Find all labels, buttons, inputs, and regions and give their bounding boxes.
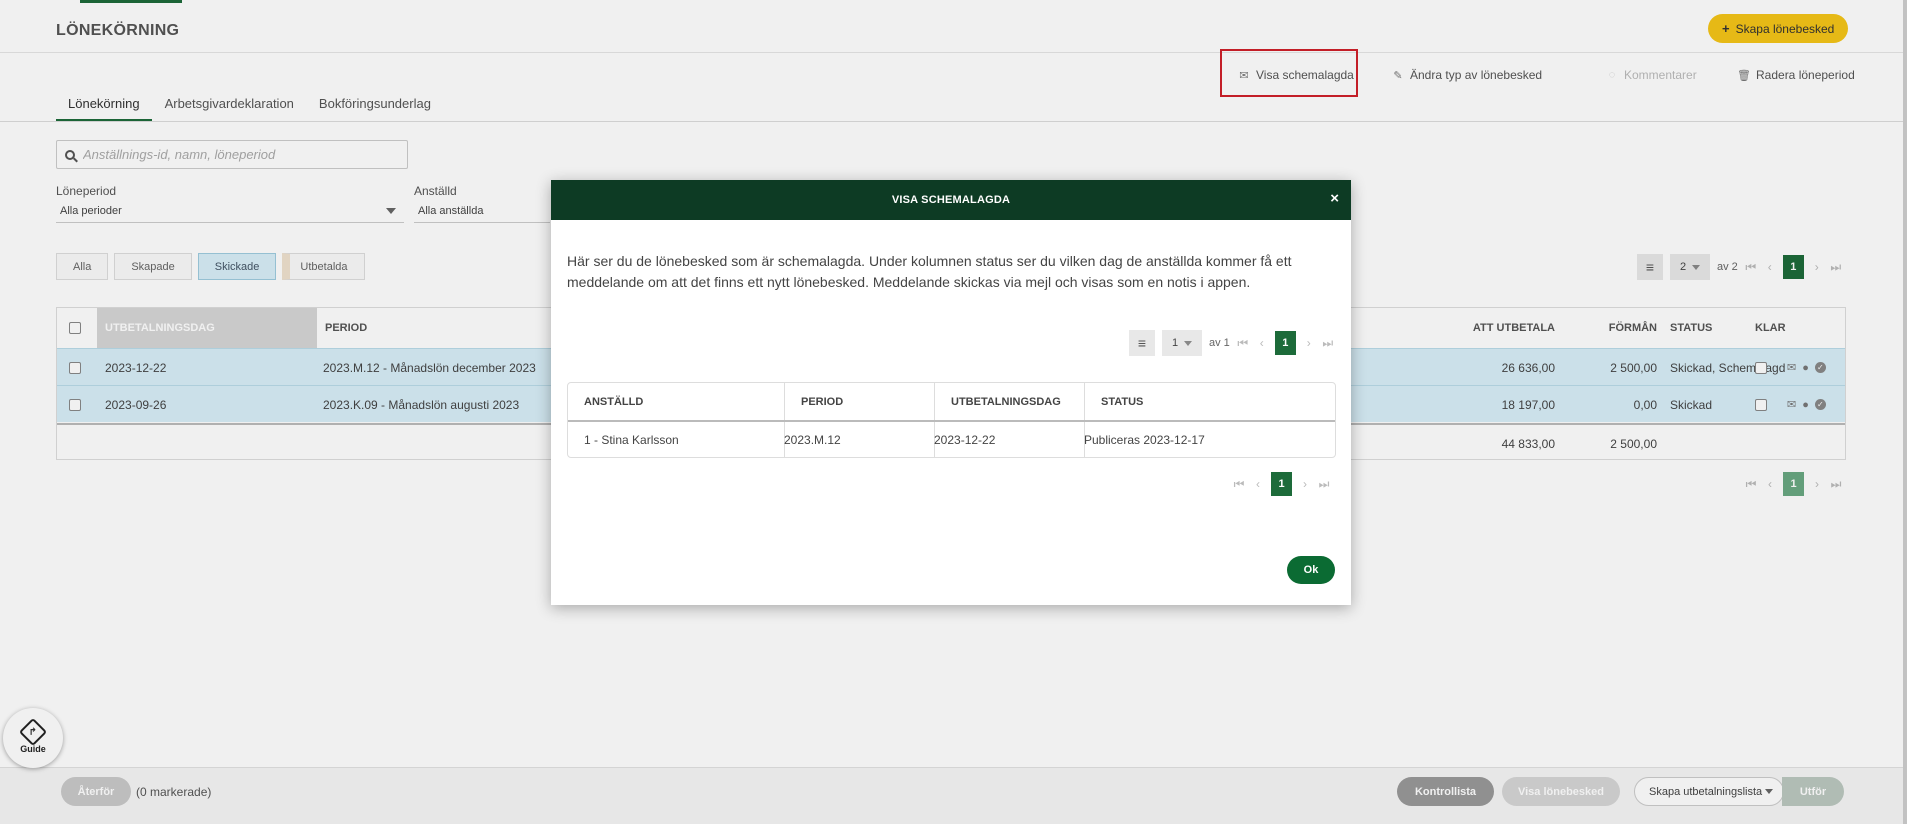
row-period: 2023.M.12 — [784, 433, 841, 447]
first-page-icon[interactable]: ⏮ — [1233, 477, 1245, 492]
current-page[interactable]: 1 — [1274, 331, 1296, 355]
next-page-icon[interactable]: › — [1299, 477, 1311, 491]
close-icon[interactable]: × — [1330, 190, 1339, 207]
prev-page-icon[interactable]: ‹ — [1256, 336, 1268, 350]
col-payment-date[interactable]: UTBETALNINGSDAG — [935, 383, 1061, 420]
modal-description: Här ser du de lönebesked som är schemala… — [567, 253, 1292, 290]
scheduled-table: ANSTÄLLD PERIOD UTBETALNINGSDAG STATUS 1… — [567, 382, 1336, 458]
prev-page-icon[interactable]: ‹ — [1252, 477, 1264, 491]
row-status: Publiceras 2023-12-17 — [1084, 433, 1205, 447]
page-count: av 1 — [1209, 337, 1230, 349]
next-page-icon[interactable]: › — [1303, 336, 1315, 350]
row-employee: 1 - Stina Karlsson — [584, 433, 679, 447]
page-size-select[interactable]: 1 — [1162, 330, 1202, 356]
last-page-icon[interactable]: ⏭ — [1322, 336, 1334, 351]
table-row[interactable]: 1 - Stina Karlsson 2023.M.12 2023-12-22 … — [568, 420, 1335, 458]
col-status[interactable]: STATUS — [1085, 383, 1143, 420]
col-employee[interactable]: ANSTÄLLD — [568, 383, 643, 420]
row-payment-date: 2023-12-22 — [934, 433, 996, 447]
ok-button[interactable]: Ok — [1287, 556, 1335, 584]
col-period[interactable]: PERIOD — [785, 383, 843, 420]
chevron-down-icon — [1184, 340, 1193, 346]
modal-top-pager: ≡ 1 av 1 ⏮ ‹ 1 › ⏭ — [1129, 330, 1334, 356]
current-page[interactable]: 1 — [1271, 472, 1292, 496]
show-scheduled-modal: VISA SCHEMALAGDA × Här ser du de lönebes… — [551, 180, 1351, 605]
last-page-icon[interactable]: ⏭ — [1318, 477, 1330, 492]
modal-header: VISA SCHEMALAGDA — [551, 180, 1351, 220]
modal-bottom-pager: ⏮ ‹ 1 › ⏭ — [1233, 472, 1330, 496]
page-size-value: 1 — [1171, 337, 1179, 349]
menu-icon[interactable]: ≡ — [1129, 330, 1155, 356]
modal-title: VISA SCHEMALAGDA — [891, 194, 1011, 206]
first-page-icon[interactable]: ⏮ — [1237, 336, 1249, 351]
